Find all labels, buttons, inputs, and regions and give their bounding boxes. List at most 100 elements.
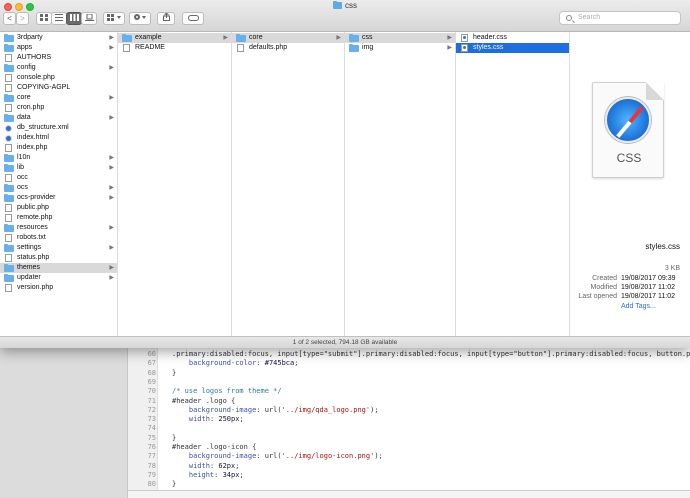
file-item[interactable]: robots.txt [0, 233, 117, 243]
item-label: core [17, 94, 31, 101]
code-token: #header .logo-icon { [172, 443, 257, 451]
folder-item[interactable]: example ▶ [118, 33, 231, 43]
add-tags-link[interactable]: Add Tags... [621, 303, 656, 310]
code-line[interactable]: width: 250px; [172, 414, 244, 424]
file-item[interactable]: header.css [456, 33, 569, 43]
share-button[interactable] [157, 12, 175, 25]
folder-item[interactable]: themes ▶ [0, 263, 117, 273]
cover-flow-button[interactable] [81, 12, 97, 25]
folder-item[interactable]: ocs-provider ▶ [0, 193, 117, 203]
code-line[interactable]: height: 34px; [172, 470, 244, 480]
folder-item[interactable]: core ▶ [232, 33, 344, 43]
item-label: ocs-provider [17, 194, 56, 201]
search-input[interactable]: Search [559, 11, 681, 25]
columns-icon [69, 14, 79, 21]
code-editor[interactable]: 66 .primary:disabled:focus, input[type="s… [0, 335, 690, 498]
code-token: : [214, 470, 223, 479]
disclosure-arrow-icon: ▶ [447, 35, 452, 41]
tag-icon [187, 15, 199, 21]
item-label: public.php [17, 204, 49, 211]
column-css[interactable]: header.css styles.css [456, 32, 570, 336]
search-icon [566, 15, 572, 21]
code-token: } [172, 368, 177, 377]
folder-item[interactable]: ocs ▶ [0, 183, 117, 193]
column-root[interactable]: 3rdparty ▶ apps ▶ AUTHORS config ▶ console.php C… [0, 32, 118, 336]
disclosure-arrow-icon: ▶ [109, 275, 114, 281]
document-type-label: CSS [616, 151, 642, 165]
code-token: #745bca [264, 359, 295, 368]
code-line[interactable]: } [172, 368, 176, 378]
folder-item[interactable]: data ▶ [0, 113, 117, 123]
file-item[interactable]: styles.css [456, 43, 569, 53]
file-item[interactable]: occ [0, 173, 117, 183]
code-token: .primary:disabled:focus, input[type="sub… [172, 350, 690, 358]
folder-item[interactable]: lib ▶ [0, 163, 117, 173]
file-item[interactable]: db_structure.xml [0, 123, 117, 133]
code-token: #header .logo { [172, 396, 236, 405]
file-item[interactable]: defaults.php [232, 43, 344, 53]
disclosure-arrow-icon: ▶ [109, 195, 114, 201]
folder-item[interactable]: updater ▶ [0, 273, 117, 283]
item-label: status.php [17, 254, 50, 261]
folder-item[interactable]: 3rdparty ▶ [0, 33, 117, 43]
code-line[interactable]: background-color: #745bca; [172, 358, 299, 368]
disclosure-arrow-icon: ▶ [109, 35, 114, 41]
column-core[interactable]: css ▶ img ▶ [345, 32, 456, 336]
code-token: width [188, 415, 210, 424]
created-value: 19/08/2017 09:39 [621, 275, 676, 282]
file-item[interactable]: status.php [0, 253, 117, 263]
code-token: } [172, 433, 177, 442]
code-token: ; [235, 461, 240, 470]
file-item[interactable]: AUTHORS [0, 53, 117, 63]
status-text: 1 of 2 selected, 794.18 GB available [292, 339, 398, 346]
window-title: css [0, 1, 690, 10]
page-fold [646, 82, 664, 100]
file-item[interactable]: index.html [0, 133, 117, 143]
folder-item[interactable]: config ▶ [0, 63, 117, 73]
file-item[interactable]: cron.php [0, 103, 117, 113]
code-token: ; [239, 470, 244, 479]
item-label: updater [17, 274, 41, 281]
folder-item[interactable]: apps ▶ [0, 43, 117, 53]
column-themes[interactable]: example ▶ README [118, 32, 232, 336]
forward-button[interactable]: > [16, 12, 29, 25]
action-button[interactable] [129, 12, 151, 25]
icon-view-button[interactable] [36, 12, 52, 25]
preview-pane: CSS styles.css 3 KB Created 19/08/2017 0… [570, 32, 690, 336]
file-item[interactable]: README [118, 43, 231, 53]
back-button[interactable]: < [3, 12, 16, 25]
item-label: AUTHORS [17, 54, 52, 61]
item-label: themes [17, 264, 40, 271]
file-item[interactable]: remote.php [0, 213, 117, 223]
file-item[interactable]: console.php [0, 73, 117, 83]
item-label: lib [17, 164, 25, 171]
folder-item[interactable]: resources ▶ [0, 223, 117, 233]
tag-button[interactable] [182, 12, 204, 25]
cover-flow-icon [84, 13, 94, 21]
disclosure-arrow-icon: ▶ [223, 35, 228, 41]
file-item[interactable]: version.php [0, 283, 117, 293]
window-title-text: css [345, 1, 357, 10]
folder-item[interactable]: img ▶ [345, 43, 455, 53]
file-item[interactable]: COPYING-AGPL [0, 83, 117, 93]
code-token: ); [370, 405, 379, 414]
file-item[interactable]: public.php [0, 203, 117, 213]
folder-item[interactable]: core ▶ [0, 93, 117, 103]
folder-item[interactable]: css ▶ [345, 33, 455, 43]
css-document-icon: CSS [592, 82, 664, 178]
code-token: /* use logos from theme */ [172, 387, 282, 396]
disclosure-arrow-icon: ▶ [109, 225, 114, 231]
code-line[interactable]: } [172, 479, 176, 489]
file-item[interactable]: index.php [0, 143, 117, 153]
column-example[interactable]: core ▶ defaults.php [232, 32, 345, 336]
folder-item[interactable]: settings ▶ [0, 243, 117, 253]
disclosure-arrow-icon: ▶ [447, 45, 452, 51]
item-label: settings [17, 244, 42, 251]
list-view-button[interactable] [51, 12, 67, 25]
code-token: height [188, 470, 215, 479]
arrange-button[interactable] [103, 12, 125, 25]
column-view-button[interactable] [66, 12, 82, 25]
folder-item[interactable]: l10n ▶ [0, 153, 117, 163]
